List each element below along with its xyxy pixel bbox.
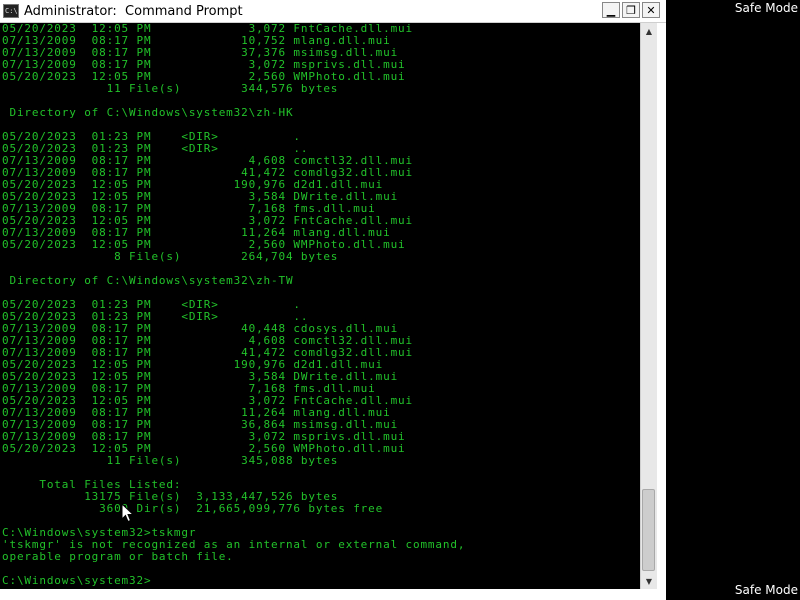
window-controls: ▁ ❐ ✕	[602, 2, 660, 18]
minimize-button[interactable]: ▁	[602, 2, 620, 18]
vertical-scrollbar[interactable]: ▲ ▼	[640, 23, 657, 589]
window-title: Administrator: Command Prompt	[24, 3, 243, 19]
scroll-thumb[interactable]	[642, 489, 655, 571]
scroll-down-arrow-icon[interactable]: ▼	[641, 573, 657, 589]
mouse-pointer-icon	[121, 503, 135, 523]
cmd-icon[interactable]: C:\	[3, 4, 19, 18]
console-text: 05/20/2023 12:05 PM 3,072 FntCache.dll.m…	[0, 23, 640, 587]
safe-mode-label-bottom: Safe Mode	[734, 583, 798, 597]
scroll-up-arrow-icon[interactable]: ▲	[641, 23, 657, 39]
console-line: 11 File(s) 344,576 bytes	[2, 82, 339, 95]
console-line: C:\Windows\system32>	[2, 574, 152, 587]
title-bar[interactable]: C:\ Administrator: Command Prompt ▁ ❐ ✕	[0, 0, 666, 23]
command-prompt-window[interactable]: C:\ Administrator: Command Prompt ▁ ❐ ✕ …	[0, 0, 666, 600]
window-frame-right	[657, 23, 666, 600]
console-line: operable program or batch file.	[2, 550, 234, 563]
close-button[interactable]: ✕	[642, 2, 660, 18]
console-line: 3609 Dir(s) 21,665,099,776 bytes free	[2, 502, 384, 515]
window-frame-bottom	[0, 589, 666, 600]
console-line: 11 File(s) 345,088 bytes	[2, 454, 339, 467]
console-output[interactable]: 05/20/2023 12:05 PM 3,072 FntCache.dll.m…	[0, 23, 640, 589]
maximize-button[interactable]: ❐	[622, 2, 640, 18]
console-line: Directory of C:\Windows\system32\zh-TW	[2, 274, 294, 287]
console-line: 8 File(s) 264,704 bytes	[2, 250, 339, 263]
safe-mode-label-top: Safe Mode	[734, 1, 798, 15]
console-line: Directory of C:\Windows\system32\zh-HK	[2, 106, 294, 119]
